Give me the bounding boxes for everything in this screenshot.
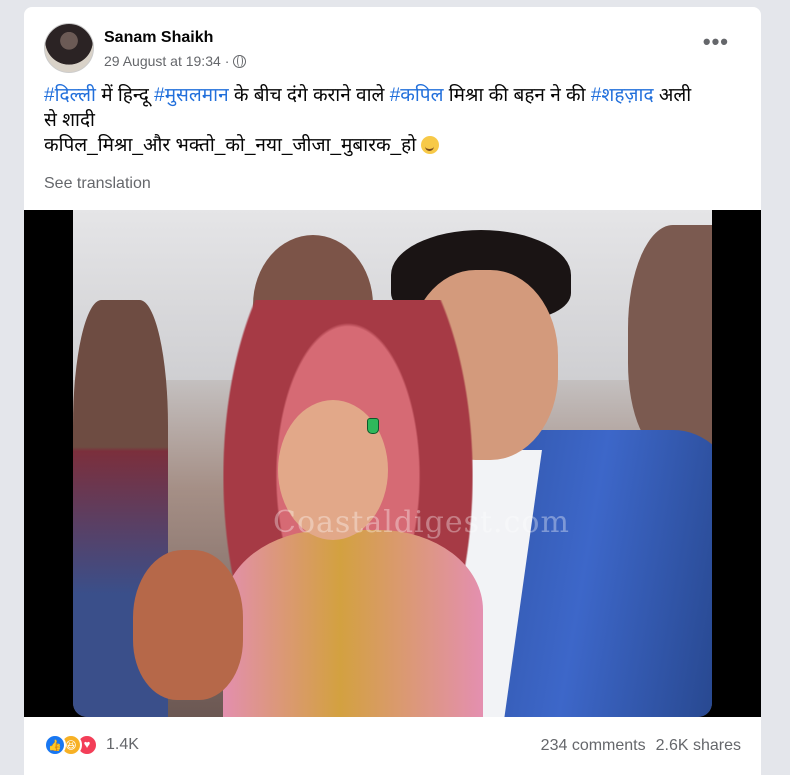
post-text-line: #दिल्ली में हिन्दू #मुसलमान के बीच दंगे … [44,83,741,108]
post-photo[interactable]: Coastaldigest.com [73,210,712,717]
post-text-segment: के बीच दंगे कराने वाले [228,85,390,106]
post-text-line: से शादी [44,108,741,133]
globe-icon[interactable] [233,54,247,68]
photo-bride-dress [223,530,483,717]
post-text-segment: अली [653,85,692,106]
post-text-segment: में हिन्दू [95,85,155,106]
post-stats: 234 comments 2.6K shares [541,737,741,755]
hashtag-link[interactable]: #शहज़ाद [591,85,654,106]
post-header: Sanam Shaikh 29 August at 19:34 · ••• [44,23,741,73]
post-text-segment: मिश्रा की बहन ने की [443,85,591,106]
post-timestamp[interactable]: 29 August at 19:34 [104,53,221,69]
post-meta: 29 August at 19:34 · [104,53,247,69]
post-text-line: कपिल_मिश्रा_और भक्तो_को_नया_जीजा_मुबारक_… [44,133,741,158]
cursor-icon [367,418,379,434]
hashtag-link[interactable]: #कपिल [390,85,444,106]
photo-watermark: Coastaldigest.com [273,505,570,540]
avatar[interactable] [44,23,94,73]
meta-separator: · [224,53,230,69]
like-icon: 👍 [44,734,66,756]
comments-count[interactable]: 234 comments [541,737,646,755]
post-card: Sanam Shaikh 29 August at 19:34 · ••• #द… [24,7,761,775]
photo-bride-hand [133,550,243,700]
photo-person-right [628,225,712,455]
author-name[interactable]: Sanam Shaikh [104,29,213,47]
hashtag-link[interactable]: #मुसलमान [154,85,228,106]
reaction-count[interactable]: 1.4K [106,736,139,754]
smirk-emoji-icon [421,136,440,154]
more-options-icon[interactable]: ••• [703,31,729,53]
post-media[interactable]: Coastaldigest.com [24,210,761,717]
post-text: #दिल्ली में हिन्दू #मुसलमान के बीच दंगे … [44,83,741,158]
shares-count[interactable]: 2.6K shares [656,737,741,755]
post-text-segment: कपिल_मिश्रा_और भक्तो_को_नया_जीजा_मुबारक_… [44,135,422,156]
post-text-segment: से शादी [44,110,95,131]
post-footer: 👍 😆 ♥ 1.4K 234 comments 2.6K shares [24,729,761,765]
reactions-summary[interactable]: 👍 😆 ♥ 1.4K [44,734,139,756]
hashtag-link[interactable]: #दिल्ली [44,85,96,106]
see-translation-link[interactable]: See translation [44,175,151,193]
